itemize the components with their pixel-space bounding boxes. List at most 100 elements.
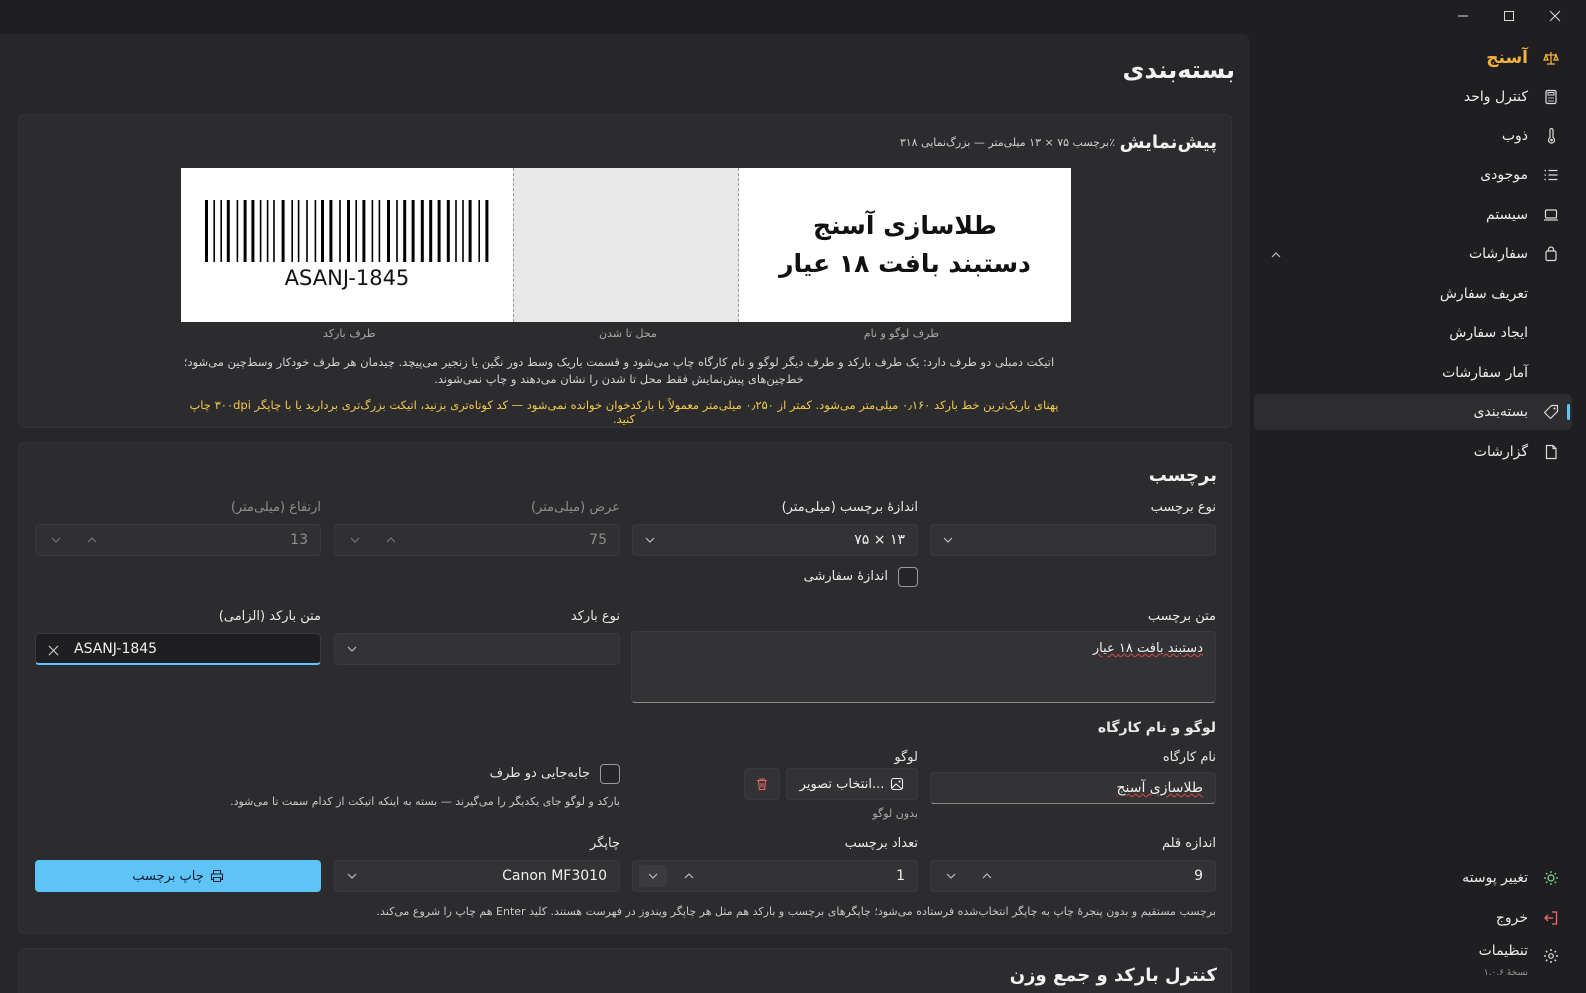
swap-sides-note: بارکد و لوگو جای یکدیگر را می‌گیرند — بس… <box>230 795 620 808</box>
barcode-bar <box>273 200 275 262</box>
barcode-type-label: نوع بارکد <box>570 609 620 624</box>
close-button[interactable] <box>1532 0 1578 32</box>
barcode-text-input[interactable]: ASANJ-1845 <box>35 633 321 665</box>
label-section-title: برچسب <box>1148 465 1217 486</box>
sidebar-item-orders[interactable]: سفارشات <box>1254 236 1572 272</box>
barcode-check-title: کنترل بارکد و جمع وزن <box>1009 965 1217 986</box>
sidebar-item-reports[interactable]: گزارشات <box>1254 434 1572 470</box>
font-size-label: اندازه قلم <box>1161 836 1216 851</box>
label-text: دستبند بافت ۱۸ عیار <box>779 249 1031 278</box>
workshop-name-label: نام کارگاه <box>1162 750 1216 765</box>
image-icon <box>891 777 904 791</box>
chevron-up-icon[interactable] <box>675 865 703 887</box>
label-workshop-name: طلاسازی آسنج <box>813 211 997 240</box>
custom-size-label: اندازهٔ سفارشی <box>803 569 888 584</box>
barcode-bar <box>446 200 450 262</box>
barcode-bar <box>362 200 366 262</box>
swap-sides-label: جابه‌جایی دو طرف <box>489 766 590 781</box>
chevron-down-icon[interactable] <box>937 865 965 887</box>
logo-section-title: لوگو و نام کارگاه <box>1097 720 1216 736</box>
barcode-warning: پهنای باریک‌ترین خط بارکد ۰٫۱۶۰ میلی‌متر… <box>189 398 1059 426</box>
barcode-bar <box>411 200 415 262</box>
barcode-bar <box>243 200 247 262</box>
chevron-up-icon[interactable] <box>973 865 1001 887</box>
print-label-button[interactable]: چاپ برچسب <box>35 860 321 892</box>
barcode-bar <box>291 200 293 262</box>
label-type-select[interactable] <box>930 524 1216 556</box>
maximize-button[interactable] <box>1486 0 1532 32</box>
height-stepper[interactable]: 13 <box>35 524 321 556</box>
logout-button[interactable]: خروج <box>1254 900 1572 936</box>
gear-icon <box>1542 947 1560 965</box>
clear-icon[interactable] <box>48 641 59 660</box>
choose-image-button[interactable]: انتخاب تصویر... <box>786 768 918 800</box>
barcode-bar <box>236 200 239 262</box>
swap-sides-checkbox[interactable] <box>600 764 620 784</box>
barcode-bar <box>403 200 407 262</box>
chevron-down-icon[interactable] <box>639 865 667 887</box>
barcode-bar <box>468 200 472 262</box>
sidebar-item-unit-control[interactable]: کنترل واحد <box>1254 79 1572 115</box>
barcode-bar <box>462 200 464 262</box>
chevron-down-icon <box>347 646 357 652</box>
label-card: برچسب نوع برچسب اندازهٔ برچسب (میلی‌متر)… <box>18 442 1232 934</box>
chevron-up-icon[interactable] <box>78 529 106 551</box>
sidebar-item-melting[interactable]: ذوب <box>1254 118 1572 154</box>
barcode-bar <box>485 200 489 262</box>
chevron-down-icon <box>347 873 357 879</box>
maximize-icon <box>1504 11 1514 21</box>
tag-icon <box>1542 403 1560 421</box>
barcode-caption: ASANJ-1845 <box>284 266 410 290</box>
barcode-bar <box>437 200 441 262</box>
label-size-select[interactable]: ۷۵ × ۱۳ <box>632 524 918 556</box>
label-preview: طلاسازی آسنج دستبند بافت ۱۸ عیار ASANJ-1… <box>181 168 1071 322</box>
barcode-bar <box>339 200 341 262</box>
workshop-name-input[interactable]: طلاسازی آسنج <box>930 772 1216 804</box>
close-icon <box>1549 10 1561 22</box>
chevron-down-icon <box>645 537 655 543</box>
width-stepper[interactable]: 75 <box>334 524 620 556</box>
font-size-stepper[interactable]: 9 <box>930 860 1216 892</box>
chevron-up-icon[interactable] <box>1270 246 1282 265</box>
settings-button[interactable]: تنظیمات نسخهٔ ۱.۰.۶ <box>1254 938 1572 978</box>
label-barcode-side: ASANJ-1845 <box>181 168 513 322</box>
barcode-check-card: کنترل بارکد و جمع وزن <box>18 948 1232 993</box>
minimize-button[interactable] <box>1440 0 1486 32</box>
height-label: ارتفاع (میلی‌متر) <box>230 500 321 515</box>
chevron-up-icon[interactable] <box>377 529 405 551</box>
barcode-bar <box>355 200 357 262</box>
trash-icon <box>757 778 767 791</box>
custom-size-checkbox[interactable] <box>898 567 918 587</box>
barcode-bar <box>396 200 398 262</box>
sidebar-item-define-order[interactable]: تعریف سفارش <box>1254 276 1572 312</box>
sidebar-item-system[interactable]: سیستم <box>1254 197 1572 233</box>
sidebar-item-create-order[interactable]: ایجاد سفارش <box>1254 315 1572 351</box>
chevron-down-icon[interactable] <box>42 529 70 551</box>
delete-logo-button[interactable] <box>744 768 780 800</box>
barcode-bar <box>420 200 424 262</box>
sidebar-item-order-stats[interactable]: آمار سفارشات <box>1254 355 1572 391</box>
label-count-stepper[interactable]: 1 <box>632 860 918 892</box>
brand: آسنج <box>1254 40 1572 76</box>
sidebar-item-packaging[interactable]: بسته‌بندی <box>1254 394 1572 430</box>
version-label: نسخهٔ ۱.۰.۶ <box>1483 968 1528 978</box>
zone-caption-fold: محل تا شدن <box>599 327 657 340</box>
list-icon <box>1542 166 1560 184</box>
chevron-down-icon[interactable] <box>341 529 369 551</box>
barcode-bar <box>321 200 324 262</box>
theme-toggle[interactable]: تغییر پوسته <box>1254 860 1572 896</box>
logout-icon <box>1542 909 1560 927</box>
barcode-type-select[interactable] <box>334 633 620 665</box>
preview-description: اتیکت دمبلی دو طرف دارد: یک طرف بارکد و … <box>183 355 1055 386</box>
label-text-input[interactable]: دستبند بافت ۱۸ عیار <box>631 631 1216 703</box>
barcode-bar <box>213 200 215 262</box>
barcode-bar <box>226 200 230 262</box>
brand-name: آسنج <box>1486 48 1528 68</box>
barcode-bar <box>205 200 208 262</box>
minimize-icon <box>1458 15 1468 17</box>
printer-select[interactable]: Canon MF3010 <box>334 860 620 892</box>
barcode-bar <box>455 200 457 262</box>
barcode-bar <box>378 200 381 262</box>
sidebar-item-inventory[interactable]: موجودی <box>1254 157 1572 193</box>
sidebar: آسنج کنترل واحد ذوب موجودی سیستم سفارشات… <box>1252 36 1586 993</box>
